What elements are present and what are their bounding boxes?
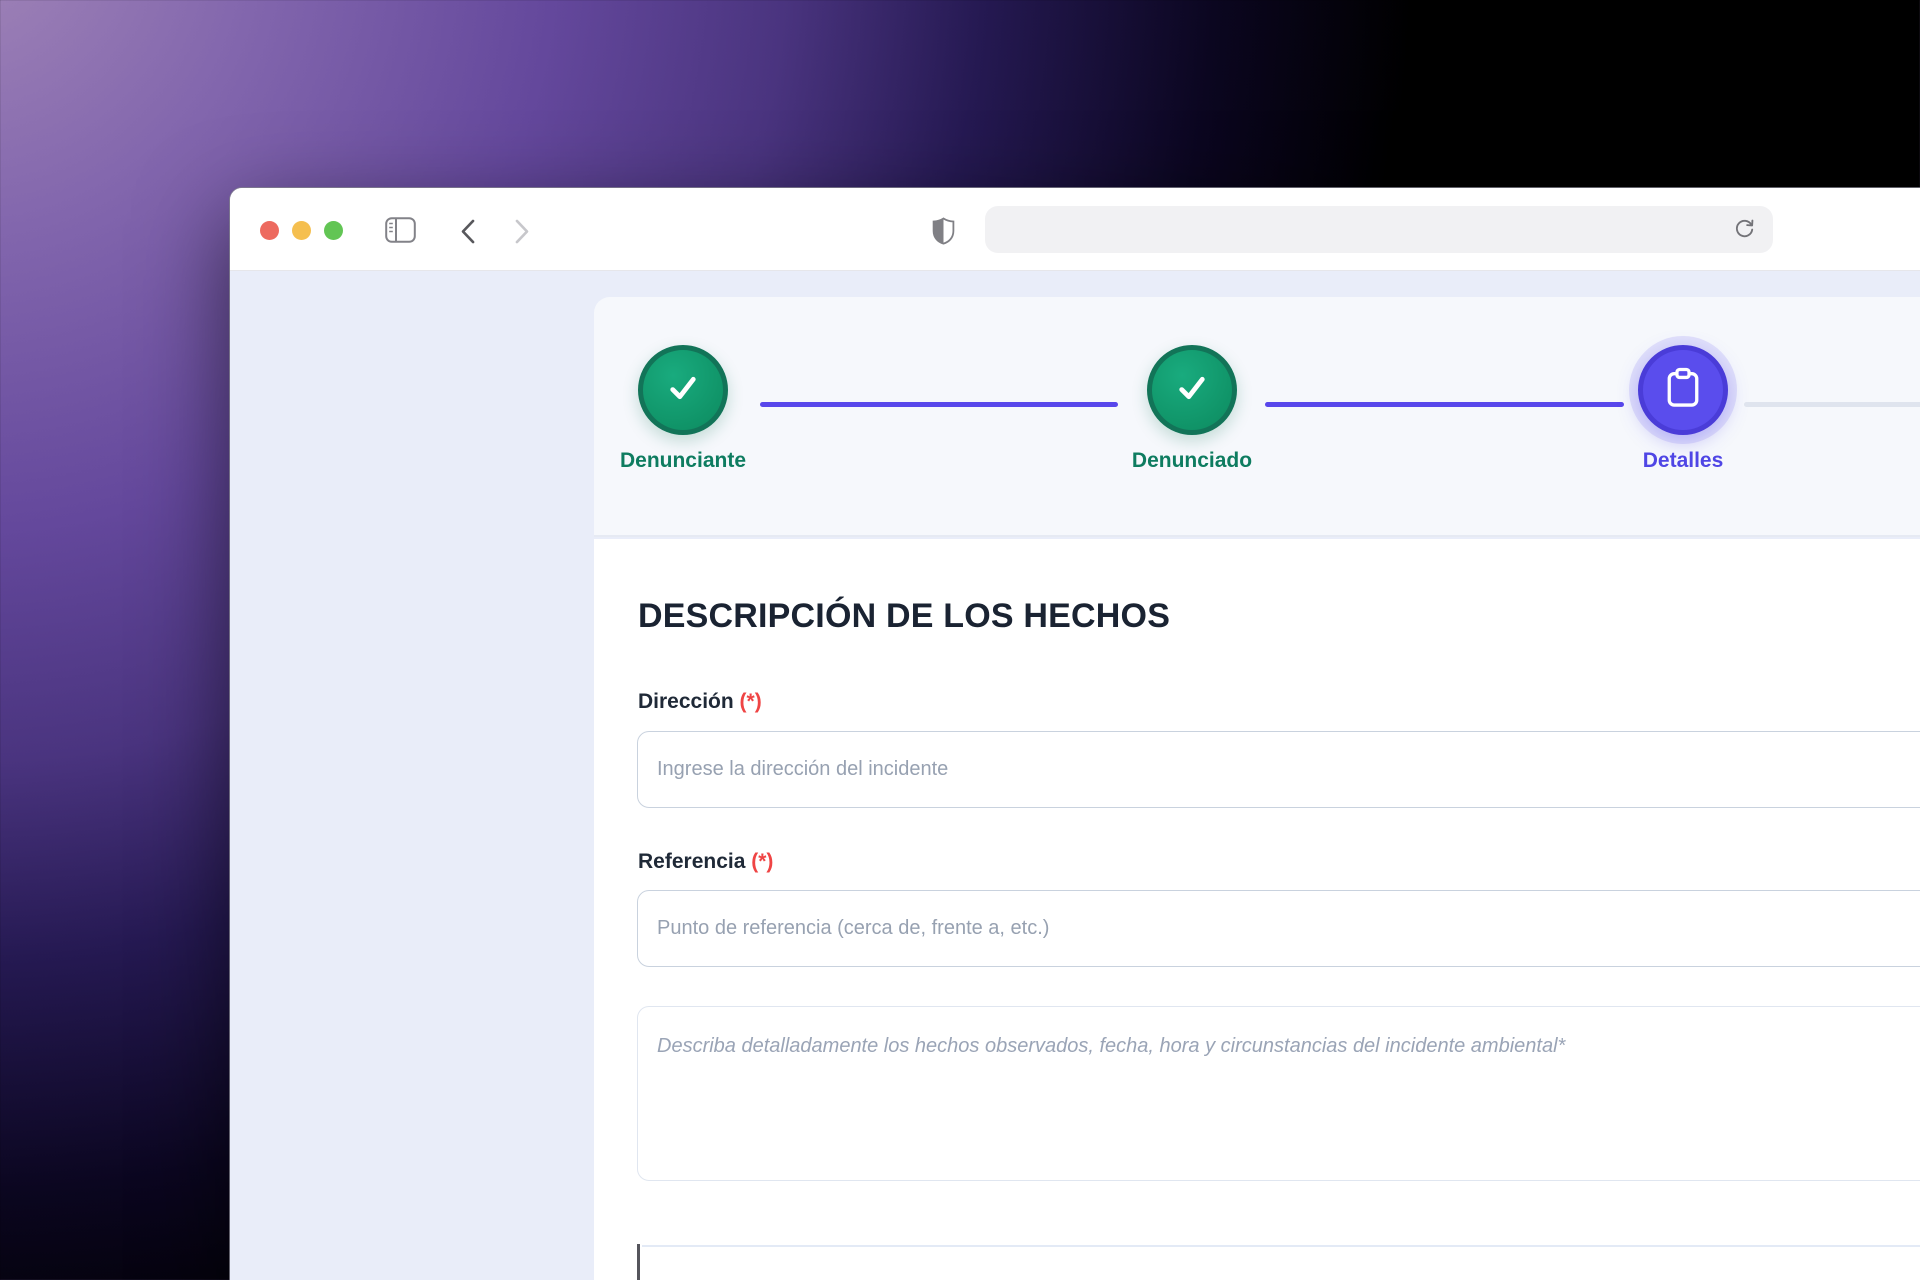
stepper-connector-completed (1265, 402, 1624, 407)
referencia-input[interactable] (637, 890, 1920, 967)
direccion-input[interactable] (637, 731, 1920, 808)
stepper-connector-upcoming (1744, 402, 1920, 407)
next-field-top-edge (642, 1245, 1920, 1247)
text-caret (637, 1244, 640, 1280)
step-denunciado[interactable] (1147, 345, 1237, 435)
stepper-connector-completed (760, 402, 1118, 407)
clipboard-icon (1663, 366, 1703, 415)
check-icon (664, 369, 702, 412)
address-bar[interactable] (985, 206, 1773, 253)
required-marker: (*) (739, 690, 762, 713)
browser-window: Denunciante Denunciado Detalles DESCRIPC… (230, 188, 1920, 1280)
privacy-shield-icon[interactable] (932, 217, 955, 245)
required-marker: (*) (751, 850, 774, 873)
zoom-window-button[interactable] (324, 221, 343, 240)
step-label-detalles: Detalles (1642, 449, 1724, 472)
minimize-window-button[interactable] (292, 221, 311, 240)
step-label-denunciante: Denunciante (619, 449, 747, 472)
direccion-label: Dirección (*) (638, 690, 762, 713)
back-button[interactable] (459, 218, 477, 245)
page-content: Denunciante Denunciado Detalles DESCRIPC… (230, 272, 1920, 1280)
descripcion-textarea[interactable] (637, 1006, 1920, 1181)
step-label-denunciado: Denunciado (1131, 449, 1253, 472)
check-icon (1173, 369, 1211, 412)
close-window-button[interactable] (260, 221, 279, 240)
desktop-background: { "browser": { "window_title": "", "url_… (0, 0, 1920, 1280)
form-title: DESCRIPCIÓN DE LOS HECHOS (638, 597, 1171, 635)
sidebar-toggle-icon[interactable] (385, 217, 416, 243)
step-denunciante[interactable] (638, 345, 728, 435)
referencia-label: Referencia (*) (638, 850, 774, 873)
form-card: DESCRIPCIÓN DE LOS HECHOS Dirección (*) … (594, 539, 1920, 1280)
forward-button[interactable] (513, 218, 531, 245)
browser-toolbar (230, 188, 1920, 271)
reload-icon[interactable] (1732, 217, 1757, 247)
stepper-card: Denunciante Denunciado Detalles (594, 297, 1920, 537)
step-detalles[interactable] (1638, 345, 1728, 435)
